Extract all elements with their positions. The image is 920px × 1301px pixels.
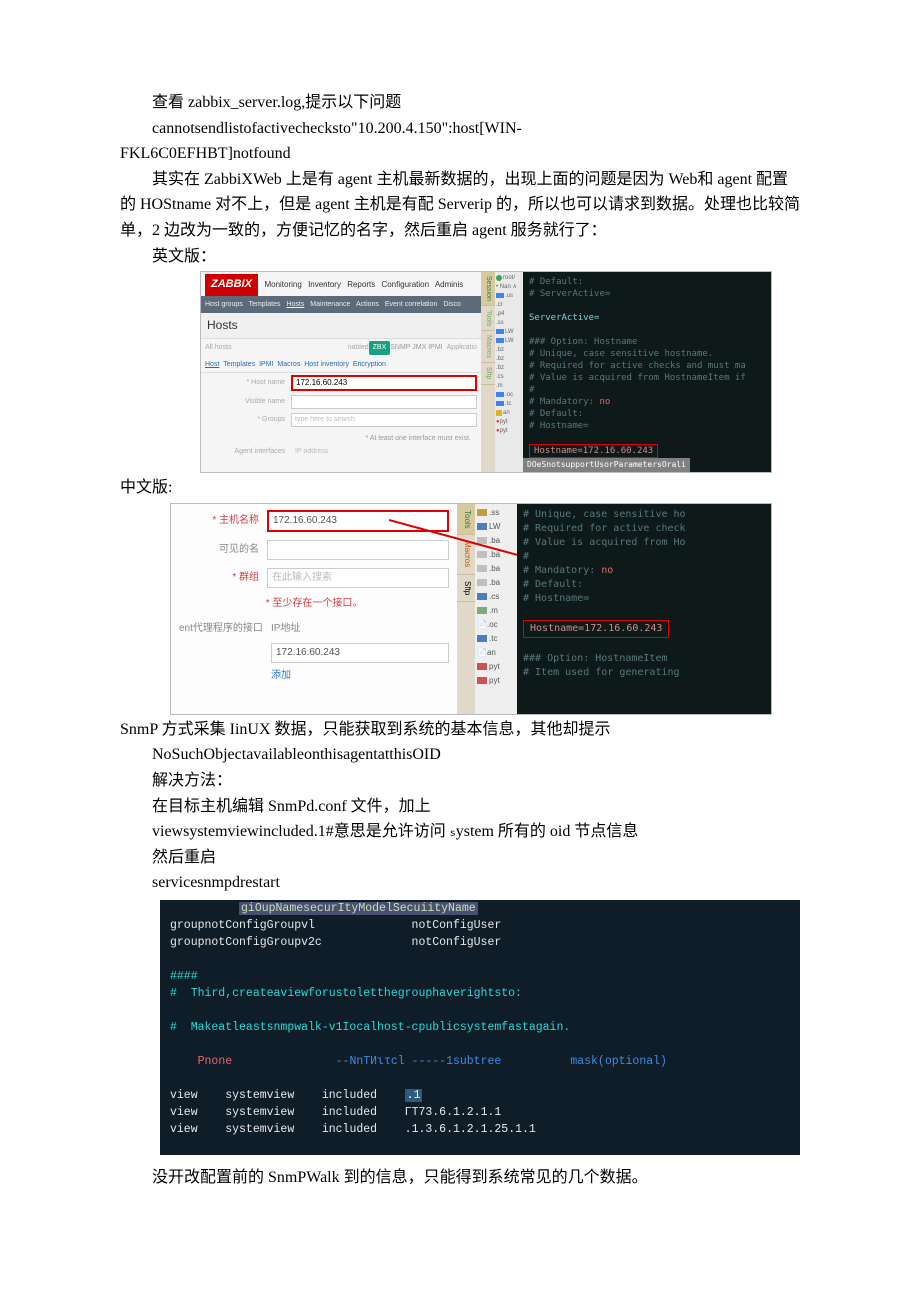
terminal-header: giOupNamesecurItyModelSecuiityName [239,902,478,915]
agent-config-terminal: # Default: # ServerActive= ServerActive=… [523,272,771,472]
label-hostname: * Host name [205,377,291,388]
nav-inventory[interactable]: Inventory [308,280,341,289]
t3-l2: groupnotConfigGroupv2c notConfigUser [160,934,800,951]
subnav-hostgroups[interactable]: Host groups [205,301,243,308]
sidetab-sftp[interactable]: Sftp [481,363,495,384]
subnav-actions[interactable]: Actions [356,301,379,308]
agent-config-terminal-2: # Unique, case sensitive ho # Required f… [517,504,771,714]
highlighted-hostname-1: Hostname=172.16.60.243 [529,444,658,458]
zabbix-topnav[interactable]: Monitoring Inventory Reports Configurati… [262,275,469,296]
zabbix-web-panel: ZABBIX Monitoring Inventory Reports Conf… [201,272,481,472]
sidetab-session[interactable]: Session [481,272,495,306]
sftp-tree-2[interactable]: .ss LW .ba .ba .ba .ba .cs .m .oc .tc an… [475,504,517,714]
t3-l1: groupnotConfigGroupvl notConfigUser [160,917,800,934]
label-groups-zh: 群组 [239,572,259,583]
zabbix-subnav[interactable]: Host groups Templates Hosts Maintenance … [201,296,481,313]
input-ip[interactable]: 172.16.60.243 [271,643,449,663]
p-err-line2: FKL6C0EFHBT]notfound [120,141,800,167]
hosts-heading: Hosts [201,313,481,339]
tab-macros[interactable]: Macros [277,359,300,370]
t3-pnone: Pnone [198,1055,233,1068]
input-hostname-zh[interactable]: 172.16.60.243 [267,510,449,532]
p-snmp-err: NoSuchObjectavailableonthisagentatthisOI… [120,742,800,768]
terminal-statusbar: DOeSnotsupportUsorParametersOrali [523,458,690,472]
note-interface: * At least one interface must exist. [201,433,481,444]
p-explain: 其实在 ZabbiXWeb 上是有 agent 主机最新数据的，出现上面的问题是… [120,167,800,244]
agentif-placeholder: IP address [291,446,328,457]
subnav-templates[interactable]: Templates [249,301,281,308]
label-agentif: Agent interfaces [205,446,291,457]
p-footer: 没开改配置前的 SnmPWalk 到的信息，只能得到系统常见的几个数据。 [120,1165,800,1191]
zabbix-web-panel-zh: * 主机名称 172.16.60.243 可见的名 * 群组 在此输入搜索 * … [171,504,457,714]
cursor-pos: .1 [405,1089,423,1102]
p-chinese-label: 中文版: [120,475,800,501]
p-solution-restart2: servicesnmpdrestart [120,870,800,896]
sidetab-sftp-2[interactable]: Sftp [457,575,475,602]
screenshot-english: ZABBIX Monitoring Inventory Reports Conf… [200,271,772,473]
enabled-text: nabled [348,342,369,353]
sftp-tree[interactable]: root/ • Nan ∧ .us .cr .p4 .ss LW LW .bz … [495,272,523,472]
applications-link[interactable]: Applicatio [447,342,477,353]
nav-admin[interactable]: Adminis [435,280,463,289]
label-visiblename: Visible name [205,396,291,407]
p-checklog: 查看 zabbix_server.log,提示以下问题 [120,90,800,116]
t3-l5: # Makeatleastsnmpwalk-v1Iocalhost-cpubli… [160,1019,800,1036]
subnav-eventcorr[interactable]: Event correlation [385,301,438,308]
tab-templates[interactable]: Templates [223,359,255,370]
nav-reports[interactable]: Reports [347,280,375,289]
p-solution-edit: 在目标主机编辑 SnmPd.conf 文件，加上 [120,794,800,820]
tab-encryption[interactable]: Encryption [353,359,386,370]
subnav-discovery[interactable]: Disco [443,301,461,308]
t3-mask: mask(optional) [570,1055,667,1068]
screenshot-chinese: * 主机名称 172.16.60.243 可见的名 * 群组 在此输入搜索 * … [170,503,772,715]
highlighted-hostname-2: Hostname=172.16.60.243 [523,620,669,638]
label-groups: * Groups [205,414,291,425]
input-visible-zh[interactable] [267,540,449,560]
col-ipaddr: IP地址 [267,621,449,637]
sidetab-tools[interactable]: Tools [481,306,495,331]
tab-ipmi[interactable]: IPMI [259,359,273,370]
tab-hostinventory[interactable]: Host inventory [304,359,349,370]
label-visible-zh: 可见的名 [179,542,267,558]
mobaxterm-side-tabs-2[interactable]: Tools Macros Sftp [457,504,475,714]
sidetab-macros[interactable]: Macros [481,331,495,363]
input-hostname[interactable]: 172.16.60.243 [291,375,477,391]
tab-host[interactable]: Host [205,359,219,370]
sidetab-tools-2[interactable]: Tools [457,504,475,536]
p-english-label: 英文版： [120,244,800,270]
link-add[interactable]: 添加 [179,666,449,684]
t3-l4: # Third,createaviewforustoletthegrouphav… [160,985,800,1002]
p-solution-head: 解决方法： [120,768,800,794]
input-visiblename[interactable] [291,395,477,409]
label-hostname-zh: 主机名称 [219,515,259,526]
nav-configuration[interactable]: Configuration [381,280,429,289]
zabbix-logo: ZABBIX [205,274,258,296]
input-groups-zh[interactable]: 在此输入搜索 [272,572,332,583]
p-solution-restart1: 然后重启 [120,845,800,871]
p-err-line1: cannotsendlistofactivechecksto"10.200.4.… [120,116,800,142]
nav-monitoring[interactable]: Monitoring [264,280,301,289]
t3-l3: #### [160,968,800,985]
note-interface-zh: * 至少存在一个接口。 [179,596,449,612]
zbx-badge: ZBX [369,341,391,354]
sidetab-macros-2[interactable]: Macros [457,535,475,574]
label-agentif-zh: ent代理程序的接口 [179,621,267,637]
mobaxterm-side-tabs[interactable]: Session Tools Macros Sftp [481,272,495,472]
snmpd-conf-terminal: xxxxxxxxxxgiOupNamesecurItyModelSecuiity… [160,900,800,1155]
all-hosts-link[interactable]: All hosts [205,342,231,353]
p-solution-view: viewsystemviewincluded.1#意思是允许访问 ₛystem … [120,819,800,845]
t3-subtree: --NnTИιτcl -----1subtree [336,1055,502,1068]
p-snmp-intro: SnmP 方式采集 IinUX 数据，只能获取到系统的基本信息，其他却提示 [120,717,800,743]
subnav-maintenance[interactable]: Maintenance [310,301,350,308]
subnav-hosts[interactable]: Hosts [286,301,304,308]
input-groups[interactable]: type here to search [291,413,477,427]
